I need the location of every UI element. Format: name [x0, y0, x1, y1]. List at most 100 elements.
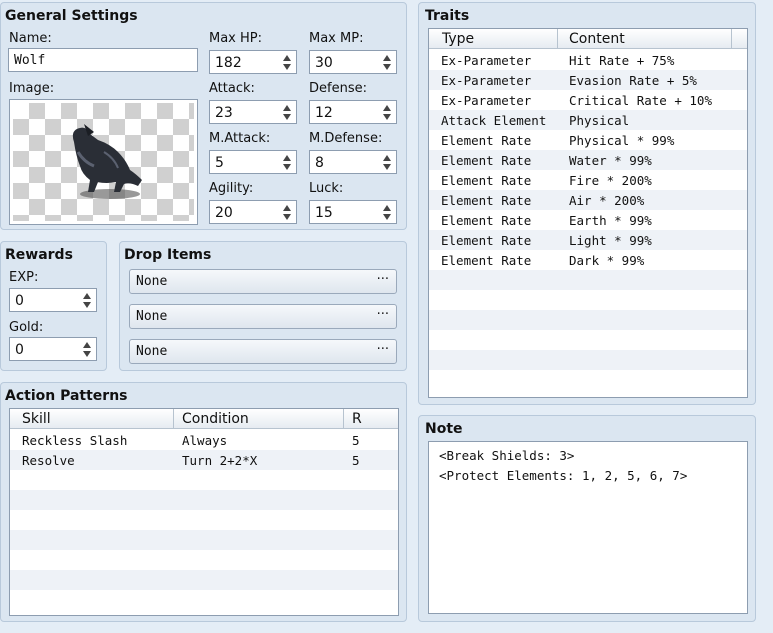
attack-label: Attack: — [209, 81, 255, 96]
rewards-title: Rewards — [5, 247, 73, 263]
table-row[interactable]: Resolve Turn 2+2*X 5 — [10, 450, 398, 470]
attack-spinner[interactable]: 23 — [209, 100, 297, 124]
note-textarea[interactable]: <Break Shields: 3> <Protect Elements: 1,… — [428, 441, 748, 614]
defense-spinner[interactable]: 12 — [309, 100, 397, 124]
max-hp-spinner[interactable]: 182 — [209, 50, 297, 74]
drop-item-3-button[interactable]: None ··· — [129, 339, 397, 364]
ellipsis-icon: ··· — [376, 342, 389, 357]
table-row[interactable]: Element Rate Dark * 99% — [429, 250, 747, 270]
trait-content-cell: Critical Rate + 10% — [569, 93, 712, 108]
defense-label: Defense: — [309, 81, 367, 96]
trait-type-cell: Element Rate — [441, 233, 532, 248]
name-input[interactable]: Wolf — [8, 48, 198, 72]
table-row[interactable]: Element Rate Fire * 200% — [429, 170, 747, 190]
mdefense-label: M.Defense: — [309, 131, 383, 146]
action-patterns-header: Skill Condition R — [10, 409, 398, 429]
mdefense-value: 8 — [315, 155, 324, 171]
spin-arrows-icon[interactable] — [383, 54, 392, 71]
table-row[interactable]: Element Rate Water * 99% — [429, 150, 747, 170]
traits-header: Type Content — [429, 29, 747, 49]
empty-row[interactable] — [10, 550, 398, 570]
skill-cell: Resolve — [22, 453, 75, 468]
spin-arrows-icon[interactable] — [283, 54, 292, 71]
trait-content-cell: Fire * 200% — [569, 173, 652, 188]
table-row[interactable]: Ex-Parameter Hit Rate + 75% — [429, 50, 747, 70]
empty-row[interactable] — [10, 470, 398, 490]
spin-arrows-icon[interactable] — [83, 341, 92, 358]
trait-type-cell: Element Rate — [441, 213, 532, 228]
column-header-condition[interactable]: Condition — [182, 411, 249, 427]
table-row[interactable]: Ex-Parameter Evasion Rate + 5% — [429, 70, 747, 90]
mdefense-spinner[interactable]: 8 — [309, 150, 397, 174]
luck-spinner[interactable]: 15 — [309, 200, 397, 224]
spin-arrows-icon[interactable] — [283, 204, 292, 221]
table-row[interactable]: Ex-Parameter Critical Rate + 10% — [429, 90, 747, 110]
column-header-type[interactable]: Type — [442, 31, 474, 47]
empty-row[interactable] — [10, 490, 398, 510]
table-row[interactable]: Element Rate Earth * 99% — [429, 210, 747, 230]
column-header-content[interactable]: Content — [569, 31, 625, 47]
spin-arrows-icon[interactable] — [83, 292, 92, 309]
name-label: Name: — [9, 31, 52, 46]
note-title: Note — [425, 421, 463, 437]
trait-type-cell: Element Rate — [441, 153, 532, 168]
traits-title: Traits — [425, 8, 470, 24]
drop-item-1-button[interactable]: None ··· — [129, 269, 397, 294]
trait-type-cell: Ex-Parameter — [441, 93, 532, 108]
empty-row[interactable] — [429, 350, 747, 370]
table-row[interactable]: Attack Element Physical — [429, 110, 747, 130]
drop-item-2-value: None — [136, 309, 168, 324]
empty-row[interactable] — [429, 330, 747, 350]
action-patterns-table[interactable]: Skill Condition R Reckless Slash Always 5 … — [9, 408, 399, 616]
gold-spinner[interactable]: 0 — [9, 337, 97, 361]
spin-arrows-icon[interactable] — [383, 104, 392, 121]
attack-value: 23 — [215, 105, 233, 121]
trait-type-cell: Element Rate — [441, 193, 532, 208]
trait-content-cell: Light * 99% — [569, 233, 652, 248]
traits-table[interactable]: Type Content Ex-Parameter Hit Rate + 75% … — [428, 28, 748, 398]
empty-row[interactable] — [10, 530, 398, 550]
max-mp-value: 30 — [315, 55, 333, 71]
rating-cell: 5 — [352, 433, 360, 448]
agility-value: 20 — [215, 205, 233, 221]
mattack-label: M.Attack: — [209, 131, 271, 146]
empty-row[interactable] — [10, 590, 398, 610]
spin-arrows-icon[interactable] — [383, 204, 392, 221]
empty-row[interactable] — [429, 310, 747, 330]
empty-row[interactable] — [429, 290, 747, 310]
max-mp-spinner[interactable]: 30 — [309, 50, 397, 74]
table-row[interactable]: Reckless Slash Always 5 — [10, 430, 398, 450]
column-header-skill[interactable]: Skill — [22, 411, 51, 427]
drop-item-3-value: None — [136, 344, 168, 359]
mattack-spinner[interactable]: 5 — [209, 150, 297, 174]
table-row[interactable]: Element Rate Light * 99% — [429, 230, 747, 250]
defense-value: 12 — [315, 105, 333, 121]
empty-row[interactable] — [10, 570, 398, 590]
spin-arrows-icon[interactable] — [283, 104, 292, 121]
column-header-rating[interactable]: R — [352, 411, 362, 427]
spin-arrows-icon[interactable] — [283, 154, 292, 171]
trait-type-cell: Element Rate — [441, 173, 532, 188]
spin-arrows-icon[interactable] — [383, 154, 392, 171]
gold-label: Gold: — [9, 320, 44, 335]
exp-spinner[interactable]: 0 — [9, 288, 97, 312]
agility-spinner[interactable]: 20 — [209, 200, 297, 224]
trait-type-cell: Ex-Parameter — [441, 73, 532, 88]
enemy-image[interactable] — [9, 99, 198, 225]
trait-content-cell: Air * 200% — [569, 193, 645, 208]
rewards-panel: Rewards EXP: 0 Gold: 0 — [0, 241, 107, 371]
empty-row[interactable] — [429, 270, 747, 290]
table-row[interactable]: Element Rate Air * 200% — [429, 190, 747, 210]
trait-content-cell: Earth * 99% — [569, 213, 652, 228]
trait-content-cell: Hit Rate + 75% — [569, 53, 675, 68]
table-row[interactable]: Element Rate Physical * 99% — [429, 130, 747, 150]
name-value: Wolf — [14, 53, 46, 68]
trait-content-cell: Physical * 99% — [569, 133, 675, 148]
max-hp-label: Max HP: — [209, 31, 263, 46]
drop-items-title: Drop Items — [124, 247, 212, 263]
luck-label: Luck: — [309, 181, 344, 196]
empty-row[interactable] — [10, 510, 398, 530]
drop-item-2-button[interactable]: None ··· — [129, 304, 397, 329]
empty-row[interactable] — [429, 370, 747, 390]
trait-content-cell: Evasion Rate + 5% — [569, 73, 697, 88]
